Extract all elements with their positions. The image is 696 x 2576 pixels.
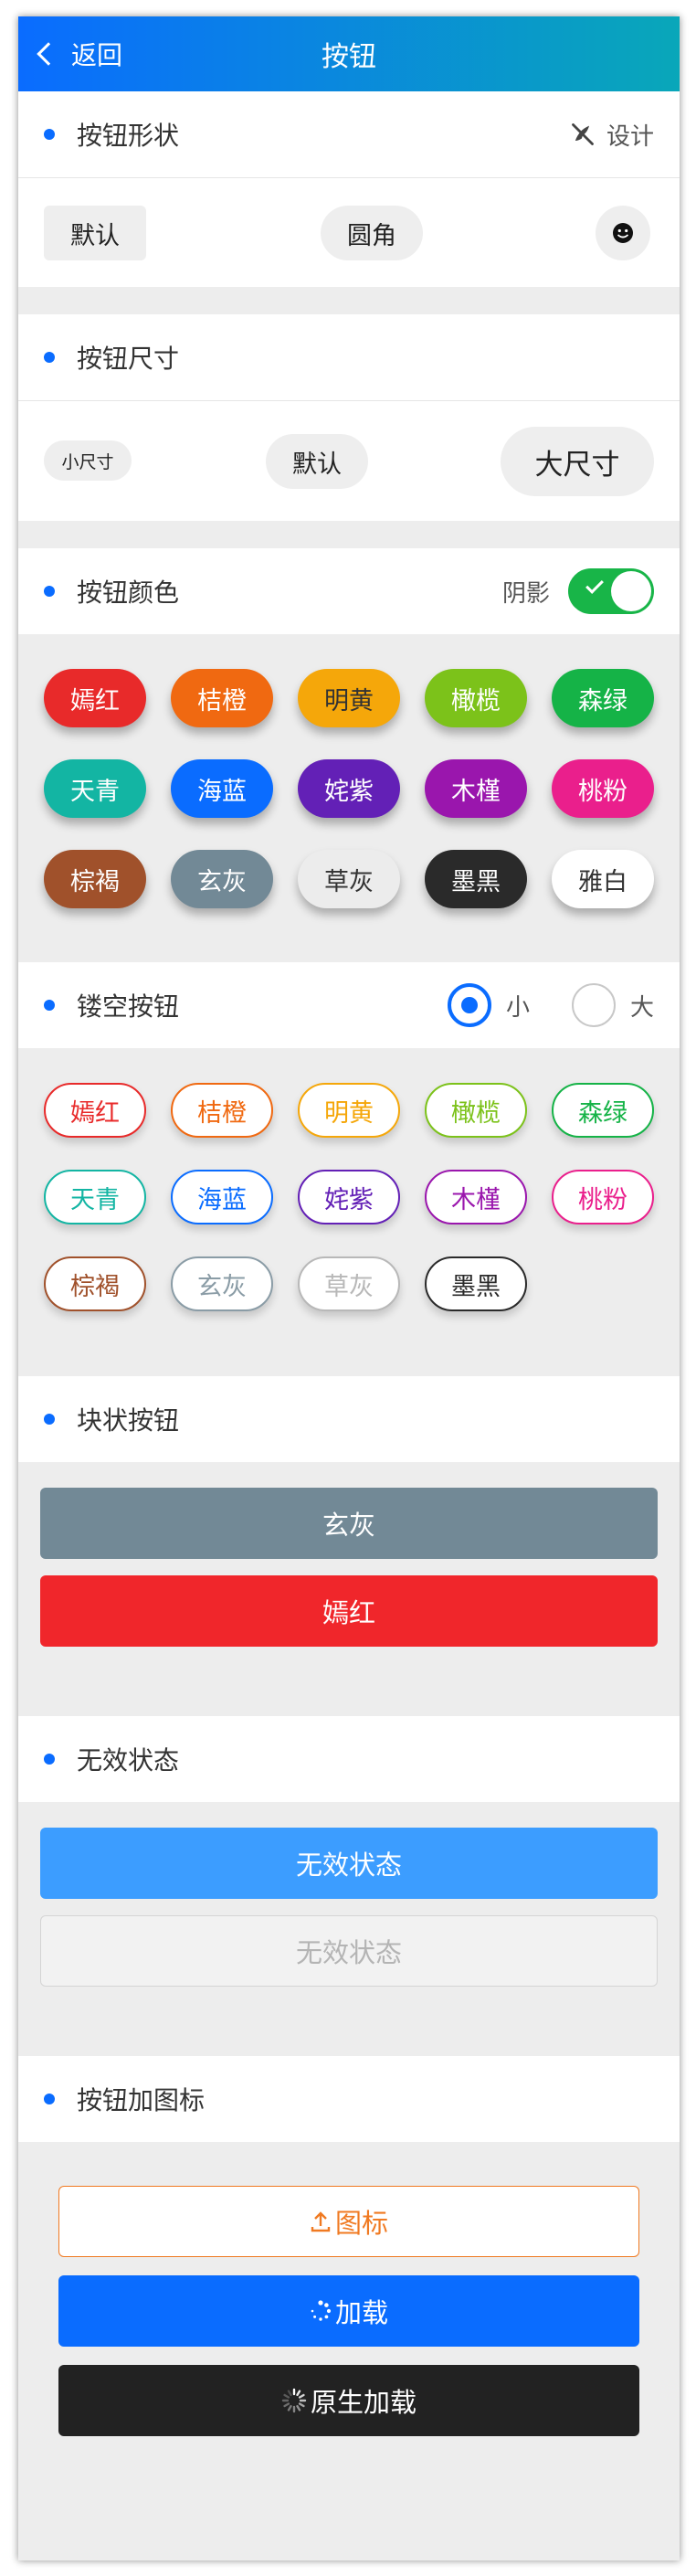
- color-button[interactable]: 森绿: [552, 669, 654, 727]
- color-button[interactable]: 橄榄: [425, 669, 527, 727]
- section-header-icons: 按钮加图标: [18, 2056, 680, 2142]
- color-button[interactable]: 玄灰: [171, 850, 273, 908]
- outline-button-row: 嫣红 桔橙 明黄 橄榄 森绿: [44, 1083, 654, 1138]
- outline-button[interactable]: 玄灰: [171, 1256, 273, 1311]
- back-label: 返回: [71, 40, 123, 70]
- outline-button[interactable]: 桔橙: [171, 1083, 273, 1138]
- toggle-knob: [611, 571, 651, 611]
- color-button-row: 天青 海蓝 姹紫 木槿 桃粉: [44, 759, 654, 818]
- section-header-disabled: 无效状态: [18, 1716, 680, 1802]
- native-loading-label: 原生加载: [310, 2387, 417, 2418]
- outline-button[interactable]: 姹紫: [298, 1170, 400, 1224]
- round-button[interactable]: 圆角: [321, 206, 423, 260]
- outline-button-row: 天青 海蓝 姹紫 木槿 桃粉: [44, 1170, 654, 1224]
- native-loading-button[interactable]: 原生加载: [58, 2365, 639, 2436]
- section-header-block: 块状按钮: [18, 1376, 680, 1462]
- shadow-toggle[interactable]: [568, 568, 654, 614]
- outline-button[interactable]: 木槿: [425, 1170, 527, 1224]
- color-button[interactable]: 桃粉: [552, 759, 654, 818]
- section-title: 按钮颜色: [77, 578, 180, 608]
- color-button[interactable]: 姹紫: [298, 759, 400, 818]
- size-large-radio[interactable]: [571, 983, 616, 1027]
- upload-icon-button[interactable]: 图标: [58, 2186, 639, 2257]
- design-button[interactable]: 设计: [570, 91, 654, 177]
- icon-button[interactable]: [596, 206, 650, 260]
- design-icon: [572, 123, 594, 145]
- bullet-dot: [44, 1000, 55, 1011]
- color-button-row: 嫣红 桔橙 明黄 橄榄 森绿: [44, 669, 654, 727]
- color-button[interactable]: 雅白: [552, 850, 654, 908]
- section-title: 按钮形状: [77, 121, 180, 151]
- chevron-left-icon: [37, 42, 60, 66]
- default-button[interactable]: 默认: [44, 206, 146, 260]
- bullet-dot: [44, 129, 55, 140]
- bullet-dot: [44, 352, 55, 363]
- section-title: 块状按钮: [77, 1405, 180, 1436]
- disabled-primary-button[interactable]: 无效状态: [40, 1828, 658, 1899]
- upload-label: 图标: [334, 2208, 388, 2239]
- spinner-icon: [281, 2388, 307, 2413]
- outline-button[interactable]: 森绿: [552, 1083, 654, 1138]
- outline-button[interactable]: 草灰: [298, 1256, 400, 1311]
- color-button[interactable]: 海蓝: [171, 759, 273, 818]
- outline-button[interactable]: 棕褐: [44, 1256, 146, 1311]
- disabled-default-button[interactable]: 无效状态: [40, 1915, 658, 1987]
- outline-button[interactable]: 嫣红: [44, 1083, 146, 1138]
- color-button[interactable]: 棕褐: [44, 850, 146, 908]
- color-button[interactable]: 天青: [44, 759, 146, 818]
- bullet-dot: [44, 1414, 55, 1425]
- size-row: 小尺寸 默认 大尺寸: [18, 400, 680, 521]
- color-button[interactable]: 草灰: [298, 850, 400, 908]
- section-header-size: 按钮尺寸: [18, 314, 680, 400]
- bullet-dot: [44, 586, 55, 597]
- section-title: 无效状态: [77, 1745, 180, 1776]
- size-small-label: 小: [505, 993, 530, 1022]
- loading-button[interactable]: 加载: [58, 2275, 639, 2347]
- upload-icon: [311, 2211, 331, 2232]
- section-title: 镂空按钮: [77, 991, 180, 1022]
- smiley-icon: [613, 223, 633, 243]
- app-frame: 返回 按钮 按钮形状 设计 默认 圆角 按钮尺寸 小尺寸 默认 大尺寸 按钮颜色…: [18, 16, 680, 2560]
- section-title: 按钮尺寸: [77, 344, 180, 374]
- back-button[interactable]: 返回: [37, 16, 123, 91]
- outline-button[interactable]: 橄榄: [425, 1083, 527, 1138]
- color-button-row: 棕褐 玄灰 草灰 墨黑 雅白: [44, 850, 654, 908]
- design-label: 设计: [606, 122, 654, 151]
- block-button-red[interactable]: 嫣红: [40, 1575, 658, 1647]
- section-header-outline: 镂空按钮 小 大: [18, 962, 680, 1048]
- outline-button[interactable]: 桃粉: [552, 1170, 654, 1224]
- color-button[interactable]: 明黄: [298, 669, 400, 727]
- size-large-label: 大: [629, 993, 654, 1022]
- section-header-shape: 按钮形状 设计: [18, 91, 680, 177]
- outline-button-grid: 嫣红 桔橙 明黄 橄榄 森绿 天青 海蓝 姹紫 木槿 桃粉 棕褐 玄灰 草灰 墨黑: [18, 1048, 680, 1352]
- color-button[interactable]: 墨黑: [425, 850, 527, 908]
- size-small-radio[interactable]: [447, 983, 491, 1027]
- small-size-button[interactable]: 小尺寸: [44, 440, 132, 481]
- loading-icon: [311, 2300, 332, 2321]
- bullet-dot: [44, 2094, 55, 2104]
- bullet-dot: [44, 1754, 55, 1765]
- color-button[interactable]: 嫣红: [44, 669, 146, 727]
- outline-button-row: 棕褐 玄灰 草灰 墨黑: [44, 1256, 654, 1311]
- outline-button[interactable]: 海蓝: [171, 1170, 273, 1224]
- shape-row: 默认 圆角: [18, 177, 680, 287]
- section-title: 按钮加图标: [77, 2085, 206, 2115]
- shadow-label: 阴影: [501, 579, 550, 608]
- default-size-button[interactable]: 默认: [266, 434, 368, 489]
- loading-label: 加载: [334, 2297, 388, 2328]
- color-button-grid: 嫣红 桔橙 明黄 橄榄 森绿 天青 海蓝 姹紫 木槿 桃粉 棕褐 玄灰 草灰 墨黑 雅白: [18, 634, 680, 949]
- section-header-colors: 按钮颜色 阴影: [18, 548, 680, 634]
- color-button[interactable]: 木槿: [425, 759, 527, 818]
- check-icon: [585, 576, 604, 594]
- color-button[interactable]: 桔橙: [171, 669, 273, 727]
- nav-bar: 返回 按钮: [18, 16, 680, 91]
- outline-button[interactable]: 墨黑: [425, 1256, 527, 1311]
- outline-button[interactable]: 明黄: [298, 1083, 400, 1138]
- block-button-gray[interactable]: 玄灰: [40, 1488, 658, 1559]
- large-size-button[interactable]: 大尺寸: [501, 427, 654, 496]
- outline-button[interactable]: 天青: [44, 1170, 146, 1224]
